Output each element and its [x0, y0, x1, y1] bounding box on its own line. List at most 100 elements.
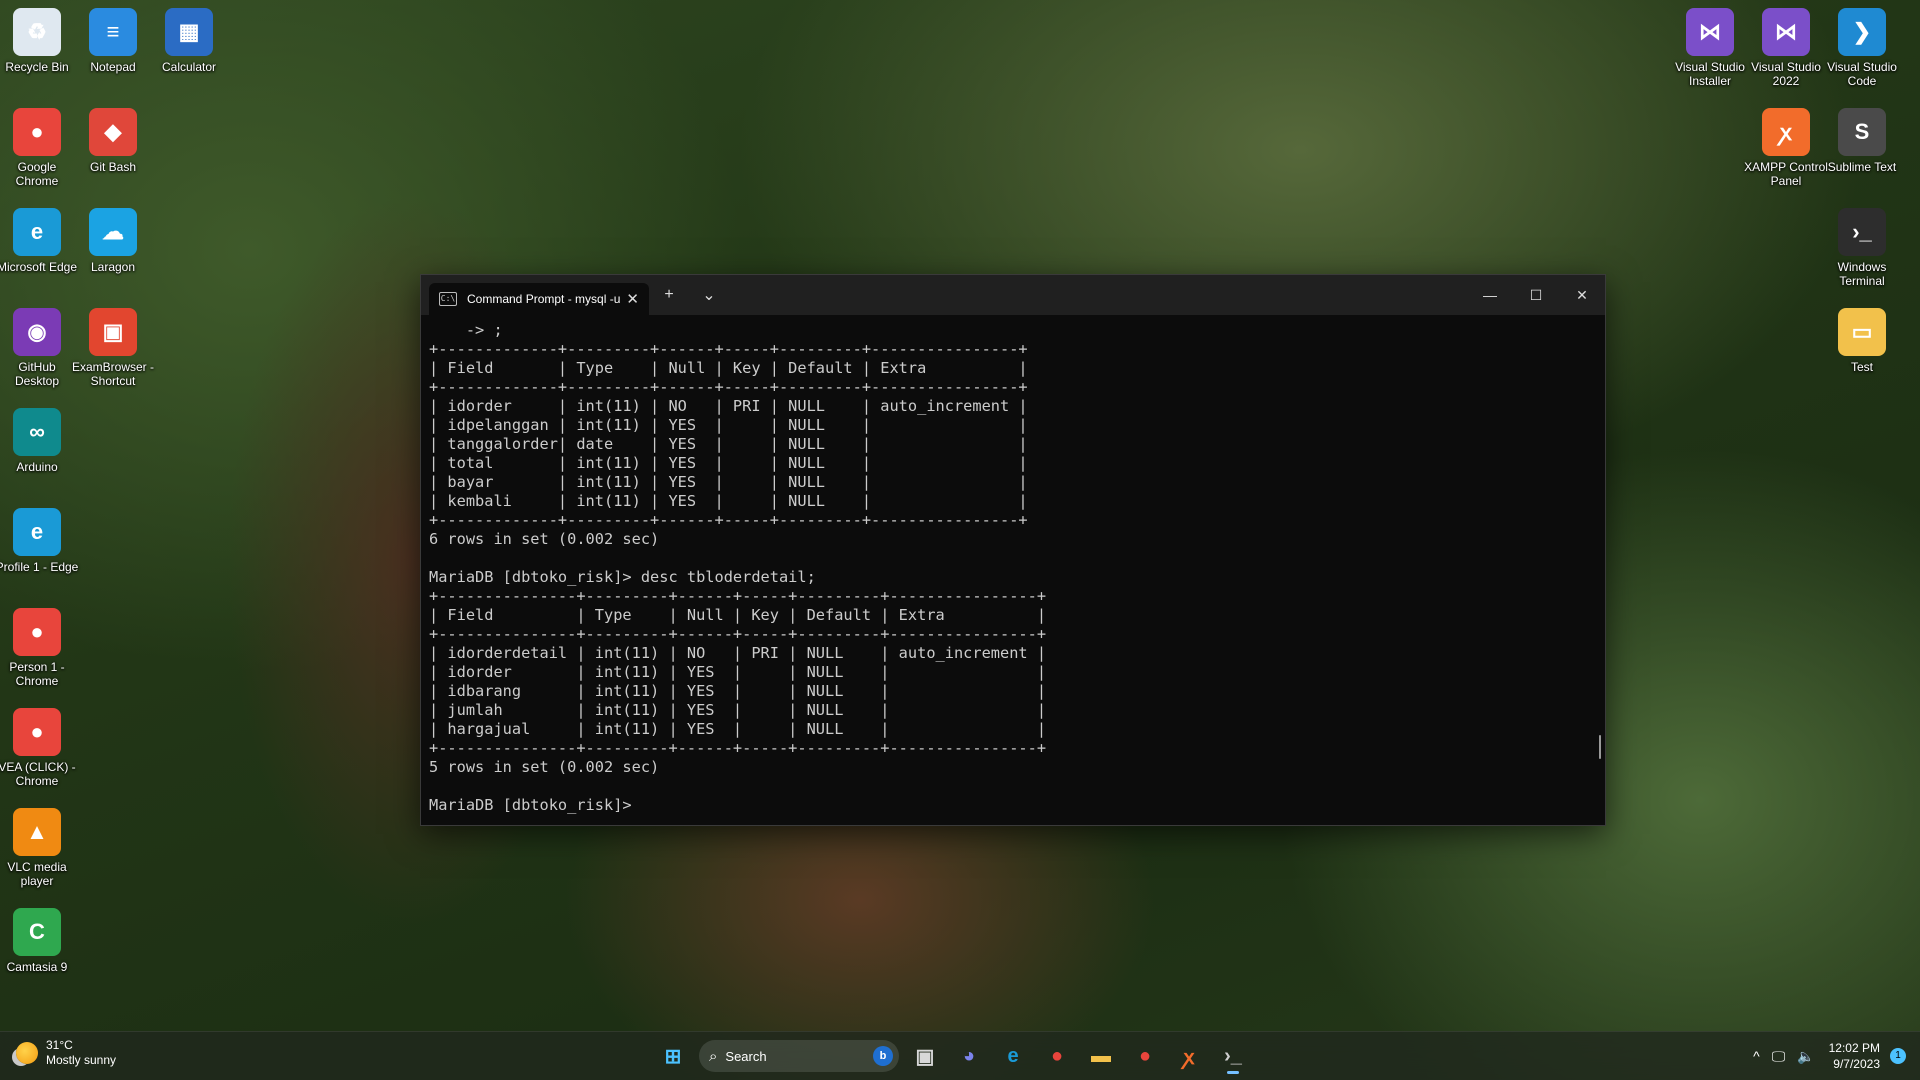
- terminal-line: +-------------+---------+------+-----+--…: [429, 378, 1028, 396]
- desktop-icon[interactable]: e Microsoft Edge: [0, 208, 79, 274]
- taskbar-chrome-profile[interactable]: ●: [1127, 1038, 1163, 1074]
- clock[interactable]: 12:02 PM 9/7/2023: [1829, 1040, 1880, 1072]
- desktop-icon-label: Notepad: [90, 60, 136, 74]
- minimize-button[interactable]: —: [1467, 275, 1513, 315]
- terminal-line: | idorderdetail | int(11) | NO | PRI | N…: [429, 644, 1047, 662]
- taskbar-search[interactable]: ⌕ Search b: [699, 1040, 899, 1072]
- terminal-line: | idorder | int(11) | NO | PRI | NULL | …: [429, 397, 1028, 415]
- desktop-icon[interactable]: ▲ VLC media player: [0, 808, 79, 888]
- edge-profile-icon: e: [13, 508, 61, 556]
- terminal-scrollbar[interactable]: [1599, 735, 1601, 759]
- tray-chevron-icon[interactable]: ^: [1753, 1048, 1760, 1064]
- vs-installer-icon: ⋈: [1686, 8, 1734, 56]
- taskbar-terminal[interactable]: ›_: [1215, 1038, 1251, 1074]
- volume-icon[interactable]: 🔈: [1797, 1048, 1814, 1065]
- desktop-icon[interactable]: ● VEA (CLICK) - Chrome: [0, 708, 79, 788]
- desktop-icon-label: Sublime Text: [1827, 160, 1897, 174]
- desktop-icon[interactable]: ∞ Arduino: [0, 408, 79, 474]
- taskbar-xampp[interactable]: ꭗ: [1171, 1038, 1207, 1074]
- desktop-icon-label: Windows Terminal: [1837, 260, 1887, 288]
- desktop-icon[interactable]: C Camtasia 9: [0, 908, 79, 974]
- desktop-icon[interactable]: ꭗ XAMPP Control Panel: [1744, 108, 1828, 188]
- desktop-icon[interactable]: ▭ Test: [1820, 308, 1904, 374]
- chrome-person-icon: ●: [13, 608, 61, 656]
- desktop-icon[interactable]: ❯ Visual Studio Code: [1820, 8, 1904, 88]
- taskbar-edge-icon: e: [1007, 1044, 1019, 1067]
- desktop-icon-label: Arduino: [16, 460, 58, 474]
- chrome-vea-icon: ●: [13, 708, 61, 756]
- weather-widget[interactable]: 31°C Mostly sunny: [16, 1038, 116, 1068]
- desktop-icon[interactable]: ● Google Chrome: [0, 108, 79, 188]
- teams-chat-icon: ◕: [962, 1044, 976, 1067]
- close-window-button[interactable]: ✕: [1559, 275, 1605, 315]
- windows-terminal-window: C:\ Command Prompt - mysql -u ✕ + ⌄ — ☐ …: [420, 274, 1606, 826]
- windows-terminal-icon: ›_: [1838, 208, 1886, 256]
- arduino-icon: ∞: [13, 408, 61, 456]
- terminal-line: MariaDB [dbtoko_risk]>: [429, 796, 641, 814]
- terminal-line: 6 rows in set (0.002 sec): [429, 530, 660, 548]
- terminal-line: | bayar | int(11) | YES | | NULL | |: [429, 473, 1028, 491]
- desktop-icon[interactable]: ♻ Recycle Bin: [0, 8, 79, 74]
- taskbar-center: ⊞ ⌕ Search b ▣ ◕ e ● ▬ ● ꭗ ›_: [655, 1038, 1251, 1074]
- desktop-icon-label: Profile 1 - Edge: [0, 560, 79, 574]
- task-view-button[interactable]: ▣: [907, 1038, 943, 1074]
- new-tab-button[interactable]: +: [649, 286, 689, 304]
- terminal-line: | kembali | int(11) | YES | | NULL | |: [429, 492, 1028, 510]
- exambrowser-icon: ▣: [89, 308, 137, 356]
- desktop-icon[interactable]: e Profile 1 - Edge: [0, 508, 79, 574]
- desktop-icon[interactable]: ☁ Laragon: [71, 208, 155, 274]
- taskbar-file-explorer-icon: ▬: [1091, 1044, 1111, 1067]
- maximize-button[interactable]: ☐: [1513, 275, 1559, 315]
- desktop-icon[interactable]: ▦ Calculator: [147, 8, 231, 74]
- terminal-line: | hargajual | int(11) | YES | | NULL | |: [429, 720, 1047, 738]
- terminal-text: -> ; +-------------+---------+------+----…: [429, 321, 1597, 815]
- terminal-line: -> ;: [429, 321, 503, 339]
- desktop-icon[interactable]: ⋈ Visual Studio 2022: [1744, 8, 1828, 88]
- search-icon: ⌕: [709, 1047, 718, 1065]
- weather-sunny-icon: [16, 1042, 38, 1064]
- system-tray: ^ 🖵 🔈 12:02 PM 9/7/2023 1: [1747, 1032, 1920, 1080]
- xampp-icon: ꭗ: [1762, 108, 1810, 156]
- desktop-icon[interactable]: S Sublime Text: [1820, 108, 1904, 174]
- start-button[interactable]: ⊞: [655, 1038, 691, 1074]
- desktop-icon-label: Laragon: [90, 260, 136, 274]
- notification-badge[interactable]: 1: [1890, 1048, 1906, 1064]
- git-bash-icon: ◆: [89, 108, 137, 156]
- github-desktop-icon: ◉: [13, 308, 61, 356]
- desktop-icon-label: XAMPP Control Panel: [1744, 160, 1828, 188]
- bing-icon[interactable]: b: [873, 1046, 893, 1066]
- calculator-icon: ▦: [165, 8, 213, 56]
- desktop-icon-label: Person 1 - Chrome: [9, 660, 65, 688]
- terminal-line: +-------------+---------+------+-----+--…: [429, 511, 1028, 529]
- taskbar-chrome-profile-icon: ●: [1138, 1044, 1152, 1067]
- desktop-icon[interactable]: ⋈ Visual Studio Installer: [1668, 8, 1752, 88]
- clock-time: 12:02 PM: [1828, 1041, 1880, 1055]
- desktop-icon[interactable]: ≡ Notepad: [71, 8, 155, 74]
- taskbar-file-explorer[interactable]: ▬: [1083, 1038, 1119, 1074]
- clock-date: 9/7/2023: [1833, 1057, 1880, 1071]
- desktop-icon[interactable]: ● Person 1 - Chrome: [0, 608, 79, 688]
- weather-temperature: 31°C: [46, 1038, 73, 1052]
- network-icon[interactable]: 🖵: [1772, 1048, 1786, 1065]
- taskbar-chrome[interactable]: ●: [1039, 1038, 1075, 1074]
- close-tab-button[interactable]: ✕: [626, 290, 639, 308]
- vlc-icon: ▲: [13, 808, 61, 856]
- desktop-icon[interactable]: ›_ Windows Terminal: [1820, 208, 1904, 288]
- terminal-line: | Field | Type | Null | Key | Default | …: [429, 606, 1047, 624]
- desktop-icon[interactable]: ◉ GitHub Desktop: [0, 308, 79, 388]
- tab-dropdown-button[interactable]: ⌄: [689, 285, 729, 305]
- terminal-titlebar[interactable]: C:\ Command Prompt - mysql -u ✕ + ⌄ — ☐ …: [421, 275, 1605, 315]
- teams-chat-button[interactable]: ◕: [951, 1038, 987, 1074]
- tab-title: Command Prompt - mysql -u: [467, 292, 621, 306]
- desktop-icon-label: ExamBrowser - Shortcut: [71, 360, 154, 388]
- terminal-tab[interactable]: C:\ Command Prompt - mysql -u ✕: [429, 283, 649, 315]
- edge-icon: e: [13, 208, 61, 256]
- terminal-line: MariaDB [dbtoko_risk]> desc tbloderdetai…: [429, 568, 816, 586]
- camtasia-icon: C: [13, 908, 61, 956]
- taskbar-edge[interactable]: e: [995, 1038, 1031, 1074]
- terminal-output[interactable]: -> ; +-------------+---------+------+----…: [421, 315, 1605, 829]
- desktop-icon[interactable]: ◆ Git Bash: [71, 108, 155, 174]
- desktop-icon[interactable]: ▣ ExamBrowser - Shortcut: [71, 308, 155, 388]
- terminal-line: +---------------+---------+------+-----+…: [429, 625, 1047, 643]
